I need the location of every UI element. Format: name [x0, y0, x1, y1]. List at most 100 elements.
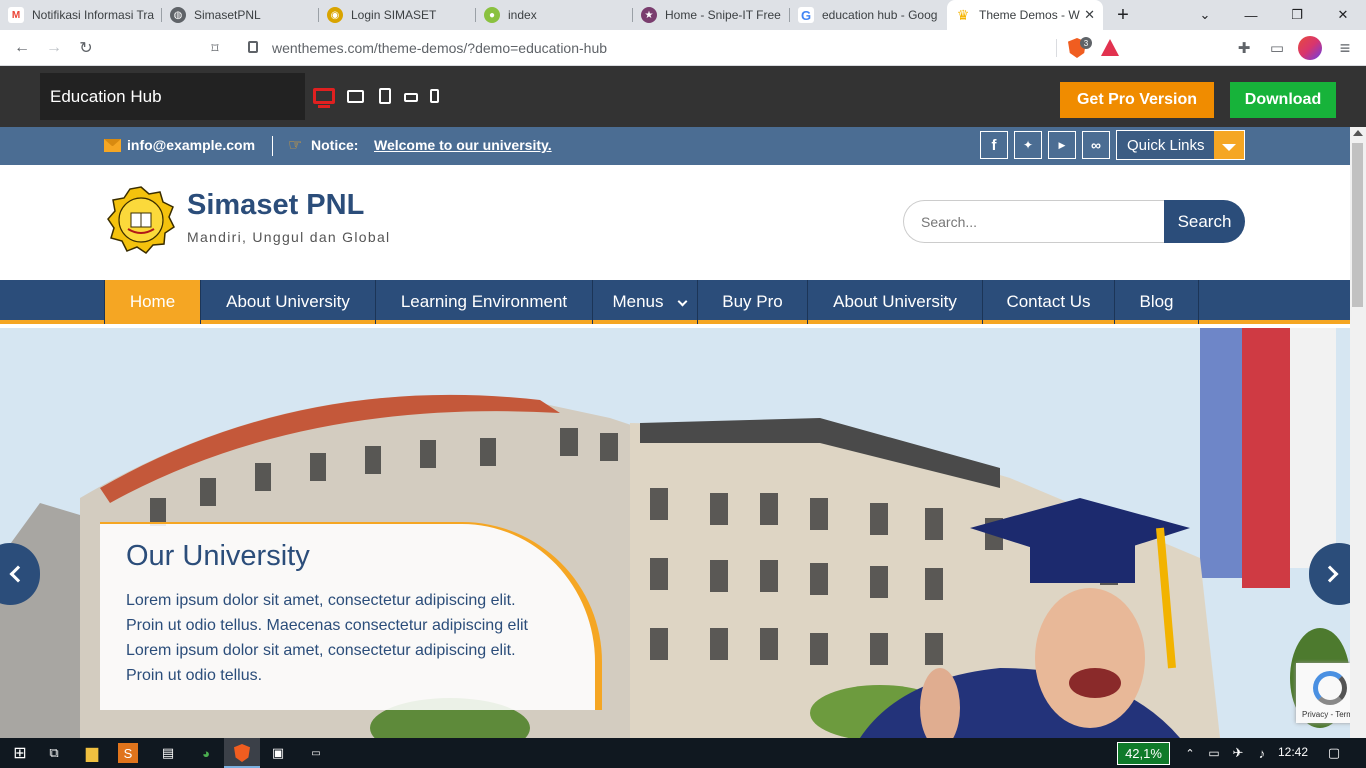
nav-item-about-university[interactable]: About University [201, 280, 376, 324]
forward-button[interactable]: → [43, 37, 65, 59]
recaptcha-terms[interactable]: Privacy - Terms [1302, 710, 1357, 719]
back-button[interactable]: ← [11, 37, 33, 59]
close-window-button[interactable]: ✕ [1320, 0, 1366, 30]
terminal-icon[interactable]: ▭ [304, 741, 328, 765]
get-pro-version-button[interactable]: Get Pro Version [1060, 82, 1214, 118]
brave-taskbar-button[interactable] [224, 738, 260, 768]
site-logo[interactable] [106, 185, 176, 255]
quick-links-dropdown[interactable]: Quick Links [1116, 130, 1245, 160]
facebook-icon[interactable]: f [980, 131, 1008, 159]
browser-tab-index[interactable]: ● index [476, 0, 633, 30]
site-tagline: Mandiri, Unggul dan Global [187, 229, 391, 245]
site-title[interactable]: Simaset PNL [187, 189, 364, 222]
volume-icon[interactable]: ♪ [1250, 741, 1274, 765]
site-top-bar: info@example.com ☞ Notice: Welcome to ou… [0, 127, 1350, 165]
quick-links-label: Quick Links [1127, 136, 1205, 154]
new-tab-button[interactable]: + [1103, 0, 1143, 30]
nav-item-home[interactable]: Home [105, 280, 201, 324]
tab-title: Notifikasi Informasi Tra [32, 8, 155, 22]
profile-avatar-icon[interactable] [1298, 36, 1322, 60]
search-placeholder: Search... [921, 213, 978, 230]
windows-start-icon[interactable]: ⊞ [8, 741, 32, 765]
browser-tab-google[interactable]: G education hub - Goog [790, 0, 947, 30]
extensions-icon[interactable]: ✚ [1233, 37, 1255, 59]
restore-button[interactable]: ❐ [1274, 0, 1320, 30]
tablet-landscape-view-icon[interactable] [404, 93, 418, 102]
tab-title: index [508, 8, 537, 22]
notepad-icon[interactable]: ▤ [156, 741, 180, 765]
menu-icon[interactable]: ≡ [1334, 37, 1356, 59]
tab-title: Login SIMASET [351, 8, 437, 22]
nav-item-contact-us[interactable]: Contact Us [983, 280, 1115, 324]
recaptcha-icon [1313, 671, 1347, 705]
tab-title: SimasetPNL [194, 8, 261, 22]
brave-rewards-icon[interactable] [1101, 39, 1119, 56]
remote-desktop-icon[interactable]: ▣ [266, 741, 290, 765]
bookmark-icon[interactable]: ⌑ [204, 37, 226, 59]
download-button[interactable]: Download [1230, 82, 1336, 118]
chrome-app-icon[interactable]: ◕ [194, 741, 218, 765]
pointing-hand-icon: ☞ [288, 137, 303, 154]
main-navigation: Home About University Learning Environme… [0, 280, 1350, 324]
tab-title: education hub - Goog [822, 8, 938, 22]
nav-item-blog[interactable]: Blog [1115, 280, 1199, 324]
chevron-down-icon [677, 296, 688, 307]
nav-item-buy-pro[interactable]: Buy Pro [698, 280, 808, 324]
snipe-icon: ★ [641, 7, 657, 23]
address-bar[interactable]: wenthemes.com/theme-demos/?demo=educatio… [238, 33, 1130, 63]
battery-icon[interactable]: ▭ [1202, 741, 1226, 765]
nav-item-menus[interactable]: Menus [593, 280, 698, 324]
tab-search-button[interactable]: ⌄ [1182, 0, 1228, 30]
browser-tab-snipe-it[interactable]: ★ Home - Snipe-IT Free [633, 0, 790, 30]
sublime-icon[interactable]: S [118, 743, 138, 763]
browser-tab-strip: M Notifikasi Informasi Tra ◍ SimasetPNL … [0, 0, 1366, 30]
chevron-down-icon [1214, 131, 1244, 159]
brave-icon [234, 744, 250, 762]
theme-name-select[interactable]: Education Hub [40, 73, 305, 120]
clock[interactable]: 12:42 [1278, 745, 1308, 759]
browser-toolbar: ← → ↻ ⌑ wenthemes.com/theme-demos/?demo=… [0, 30, 1366, 66]
nav-item-learning-environment[interactable]: Learning Environment [376, 280, 593, 324]
scrollbar-thumb[interactable] [1352, 143, 1363, 307]
search-button[interactable]: Search [1164, 200, 1245, 243]
mobile-view-icon[interactable] [430, 89, 439, 103]
tab-title: Home - Snipe-IT Free [665, 8, 781, 22]
youtube-icon[interactable]: ▶ [1048, 131, 1076, 159]
notice-link[interactable]: Welcome to our university. [374, 137, 552, 153]
nav-item-about-university-2[interactable]: About University [808, 280, 983, 324]
chevron-left-icon [9, 565, 27, 583]
seal-icon: ◉ [327, 7, 343, 23]
task-view-icon[interactable]: ⧉ [42, 741, 66, 765]
chevron-up-icon[interactable]: ⌃ [1178, 741, 1202, 765]
page-scrollbar[interactable] [1350, 127, 1366, 738]
contact-email[interactable]: info@example.com [127, 137, 255, 153]
file-explorer-icon[interactable]: ▆ [80, 741, 104, 765]
tab-title: Theme Demos - W [979, 8, 1080, 22]
slide-title: Our University [126, 540, 310, 572]
windows-taskbar: ⊞ ⧉ ▆ S ▤ ◕ ▣ ▭ 42,1% ⌃ ▭ ✈ ♪ 12:42 ▢ [0, 738, 1366, 768]
slide-text: Lorem ipsum dolor sit amet, consectetur … [126, 592, 528, 684]
minimize-button[interactable]: — [1228, 0, 1274, 30]
tablet-view-icon[interactable] [379, 88, 391, 104]
link-icon[interactable]: ∞ [1082, 131, 1110, 159]
url-text[interactable]: wenthemes.com/theme-demos/?demo=educatio… [272, 40, 607, 56]
browser-tab-gmail[interactable]: M Notifikasi Informasi Tra [0, 0, 162, 30]
browser-tab-simasetpnl[interactable]: ◍ SimasetPNL [162, 0, 319, 30]
nav-item-menus-label: Menus [612, 292, 664, 311]
search-input[interactable]: Search... [903, 200, 1165, 243]
lock-icon [248, 41, 258, 53]
airplane-icon[interactable]: ✈ [1226, 741, 1250, 765]
hero-slider: Our University Lorem ipsum dolor sit ame… [0, 328, 1350, 738]
wallet-icon[interactable]: ▭ [1266, 37, 1288, 59]
browser-tab-login-simaset[interactable]: ◉ Login SIMASET [319, 0, 476, 30]
notifications-icon[interactable]: ▢ [1322, 741, 1346, 765]
reload-button[interactable]: ↻ [75, 37, 97, 59]
twitter-icon[interactable]: ✦ [1014, 131, 1042, 159]
browser-tab-theme-demos[interactable]: ♛ Theme Demos - W ✕ [947, 0, 1103, 30]
close-tab-icon[interactable]: ✕ [1084, 7, 1095, 23]
laptop-view-icon[interactable] [347, 90, 364, 103]
desktop-view-icon[interactable] [313, 88, 335, 104]
globe-icon: ◍ [170, 7, 186, 23]
usage-meter[interactable]: 42,1% [1117, 742, 1170, 765]
scroll-up-icon[interactable] [1353, 130, 1363, 136]
